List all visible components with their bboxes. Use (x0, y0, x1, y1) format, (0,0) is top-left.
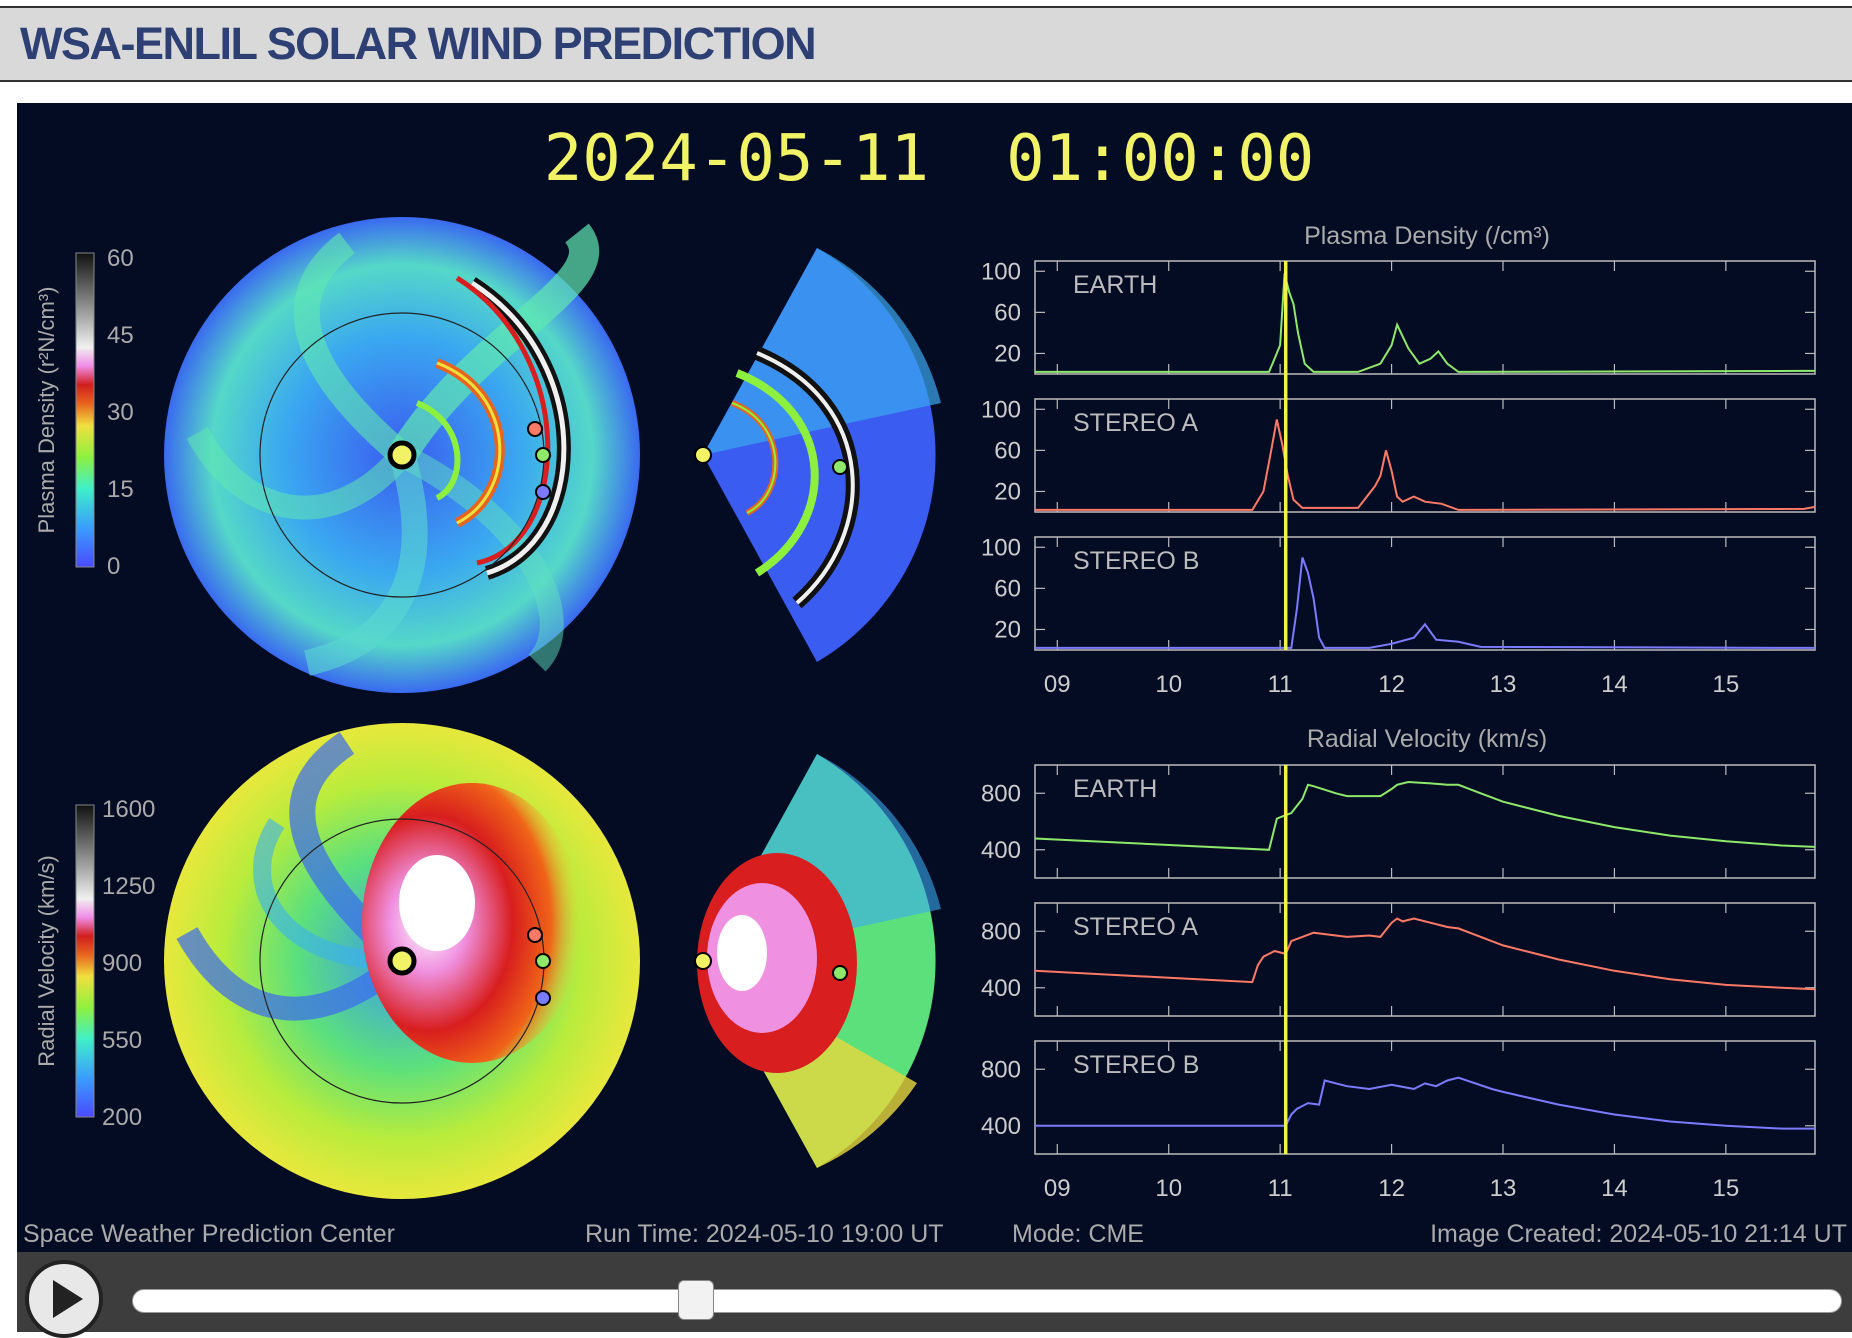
velocity-xtick-label: 15 (1713, 1175, 1740, 1202)
timestamp: 2024-05-11 01:00:00 (544, 122, 1315, 196)
footer-mode: Mode: CME (1012, 1220, 1144, 1248)
velocity-colorbar: Radial Velocity (km/s) 1600 1250 900 550 200 (34, 796, 155, 1131)
velocity-xtick-label: 14 (1601, 1175, 1628, 1202)
velocity-ytick-label: 800 (981, 918, 1021, 945)
page-header: WSA-ENLIL SOLAR WIND PREDICTION (0, 6, 1852, 82)
player-controls (17, 1252, 1852, 1338)
earth-marker-vel (535, 953, 551, 969)
velocity-chart-title: Radial Velocity (km/s) (1307, 725, 1547, 753)
velocity-xtick-label: 12 (1378, 1175, 1405, 1202)
velocity-xtick-label: 11 (1268, 1175, 1293, 1202)
play-button[interactable] (25, 1260, 103, 1338)
density-panel-label: STEREO B (1073, 547, 1199, 575)
stereo-a-marker (527, 421, 543, 437)
footer-org: Space Weather Prediction Center (23, 1220, 395, 1248)
stereo-b-marker (535, 484, 551, 500)
page-title: WSA-ENLIL SOLAR WIND PREDICTION (20, 18, 817, 69)
velocity-ytick-label: 800 (981, 1056, 1021, 1083)
density-colorbar-tick: 0 (107, 553, 120, 580)
velocity-panel-label: STEREO B (1073, 1051, 1199, 1079)
density-meridional-wedge (703, 248, 941, 662)
timeline-slider-thumb[interactable] (678, 1280, 715, 1320)
density-ytick-label: 100 (981, 534, 1021, 561)
sun-marker-velocity (387, 946, 417, 976)
velocity-colorbar-label: Radial Velocity (km/s) (34, 855, 59, 1067)
velocity-panel-label: STEREO A (1073, 913, 1198, 941)
enlil-frame: 2024-05-11 01:00:00 Plasma Density (r²N/… (23, 122, 1847, 1248)
velocity-meridional-wedge (697, 754, 941, 1168)
density-xtick-label: 12 (1378, 671, 1405, 698)
density-colorbar-tick: 15 (107, 476, 134, 503)
density-xtick-label: 13 (1490, 671, 1517, 698)
sun-marker-density (387, 440, 417, 470)
velocity-colorbar-tick: 200 (102, 1104, 142, 1131)
sun-marker-velocity-wedge (694, 952, 712, 970)
velocity-xtick-label: 09 (1044, 1175, 1071, 1202)
timeline-slider[interactable] (132, 1289, 1842, 1313)
density-ytick-label: 20 (994, 616, 1021, 643)
density-ytick-label: 60 (994, 437, 1021, 464)
density-colorbar-tick: 30 (107, 399, 134, 426)
velocity-ytick-label: 400 (981, 837, 1021, 864)
density-colorbar: Plasma Density (r²N/cm³) 60 45 30 15 0 (34, 245, 134, 580)
sun-marker-density-wedge (694, 446, 712, 464)
enlil-visualization: 2024-05-11 01:00:00 Plasma Density (r²N/… (17, 103, 1852, 1252)
footer-image-created: Image Created: 2024-05-10 21:14 UT (1430, 1220, 1847, 1248)
density-colorbar-label: Plasma Density (r²N/cm³) (34, 287, 59, 534)
velocity-xtick-label: 10 (1155, 1175, 1182, 1202)
earth-marker (535, 447, 551, 463)
density-chart-title: Plasma Density (/cm³) (1304, 222, 1550, 250)
velocity-colorbar-tick: 1250 (102, 873, 155, 900)
density-ytick-label: 100 (981, 396, 1021, 423)
density-colorbar-tick: 45 (107, 322, 134, 349)
density-xtick-label: 14 (1601, 671, 1628, 698)
velocity-ytick-label: 800 (981, 780, 1021, 807)
earth-marker-vel-wedge (832, 965, 848, 981)
density-xtick-label: 09 (1044, 671, 1071, 698)
velocity-colorbar-ticks: 1600 1250 900 550 200 (102, 796, 155, 1131)
earth-marker-wedge (832, 459, 848, 475)
velocity-colorbar-tick: 550 (102, 1027, 142, 1054)
density-ytick-label: 60 (994, 575, 1021, 602)
stereo-a-marker-vel (527, 927, 543, 943)
stereo-b-marker-vel (535, 990, 551, 1006)
density-colorbar-ticks: 60 45 30 15 0 (107, 245, 134, 580)
density-panel-label: STEREO A (1073, 409, 1198, 437)
velocity-xtick-label: 13 (1490, 1175, 1517, 1202)
velocity-colorbar-tick: 900 (102, 950, 142, 977)
density-ytick-label: 20 (994, 340, 1021, 367)
footer-run-time: Run Time: 2024-05-10 19:00 UT (585, 1220, 944, 1248)
density-xtick-label: 15 (1713, 671, 1740, 698)
density-ytick-label: 100 (981, 258, 1021, 285)
velocity-ytick-label: 400 (981, 1113, 1021, 1140)
density-colorbar-tick: 60 (107, 245, 134, 272)
velocity-panel-label: EARTH (1073, 775, 1157, 803)
velocity-series-stereo-b (1035, 1076, 1815, 1130)
density-ytick-label: 60 (994, 299, 1021, 326)
density-xtick-label: 10 (1155, 671, 1182, 698)
density-ytick-label: 20 (994, 478, 1021, 505)
density-xtick-label: 11 (1268, 671, 1293, 698)
play-icon (53, 1280, 83, 1318)
velocity-ytick-label: 400 (981, 975, 1021, 1002)
density-panel-label: EARTH (1073, 271, 1157, 299)
velocity-colorbar-tick: 1600 (102, 796, 155, 823)
